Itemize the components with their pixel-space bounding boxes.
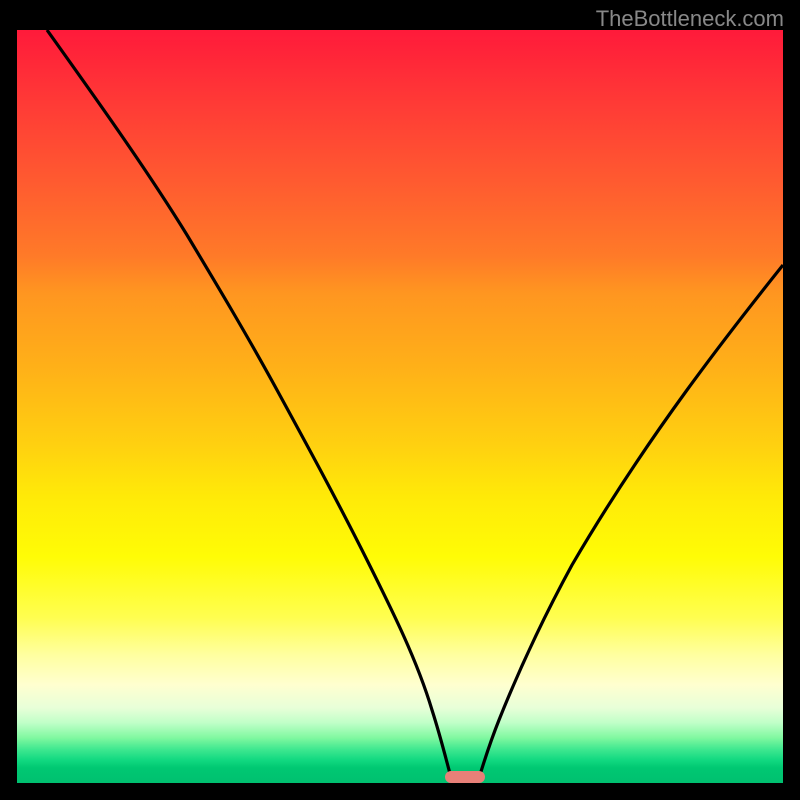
left-curve-path bbox=[47, 30, 451, 778]
watermark-text: TheBottleneck.com bbox=[596, 6, 784, 32]
optimal-highlight-bar bbox=[445, 771, 485, 783]
right-curve-path bbox=[479, 265, 783, 778]
chart-curves bbox=[17, 30, 783, 783]
chart-plot-area bbox=[17, 30, 783, 783]
